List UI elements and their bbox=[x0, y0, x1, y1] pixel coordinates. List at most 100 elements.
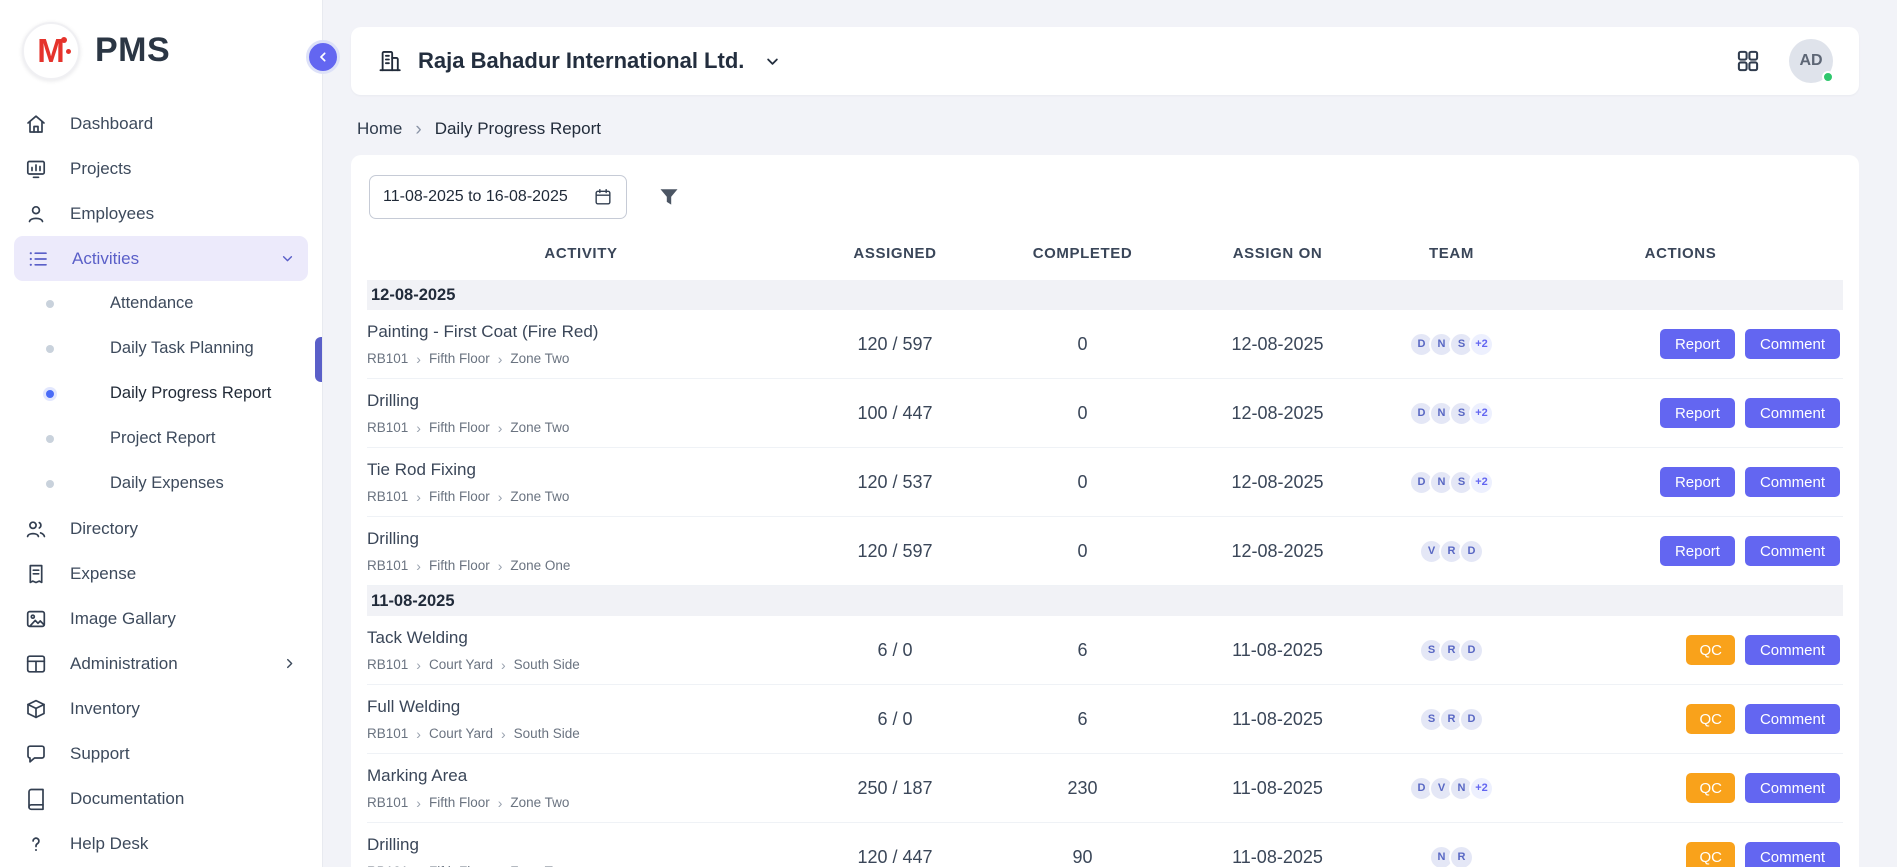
sidebar-item-label: Directory bbox=[70, 519, 138, 539]
assign-on-value: 11-08-2025 bbox=[1170, 778, 1385, 799]
sidebar-subitem-label: Daily Progress Report bbox=[110, 384, 271, 403]
comment-button[interactable]: Comment bbox=[1745, 773, 1840, 803]
report-button[interactable]: Report bbox=[1660, 398, 1735, 428]
completed-value: 0 bbox=[995, 472, 1170, 493]
path-segment: Fifth Floor bbox=[429, 420, 490, 435]
activity-name: Full Welding bbox=[367, 697, 787, 717]
team-member-avatar[interactable]: R bbox=[1449, 845, 1474, 867]
path-chevron-icon: › bbox=[498, 421, 503, 435]
report-button[interactable]: Report bbox=[1660, 329, 1735, 359]
team-more-badge[interactable]: +2 bbox=[1469, 470, 1494, 495]
window-grid-icon bbox=[24, 652, 48, 676]
team-more-badge[interactable]: +2 bbox=[1469, 776, 1494, 801]
path-chevron-icon: › bbox=[501, 658, 506, 672]
row-actions: QC Comment bbox=[1518, 842, 1843, 867]
path-chevron-icon: › bbox=[498, 559, 503, 573]
sidebar-item-daily-progress-report[interactable]: Daily Progress Report bbox=[0, 371, 322, 416]
column-header-assign-on: ASSIGN ON bbox=[1170, 245, 1385, 262]
comment-button[interactable]: Comment bbox=[1745, 842, 1840, 867]
date-range-input[interactable]: 11-08-2025 to 16-08-2025 bbox=[369, 175, 627, 219]
apps-grid-icon[interactable] bbox=[1735, 48, 1761, 74]
sidebar-item-employees[interactable]: Employees bbox=[0, 191, 322, 236]
team-member-avatar[interactable]: D bbox=[1459, 707, 1484, 732]
path-segment: Zone Two bbox=[510, 795, 569, 810]
sidebar-item-expense[interactable]: Expense bbox=[0, 551, 322, 596]
sidebar-subitem-label: Project Report bbox=[110, 429, 215, 448]
team-member-avatar[interactable]: D bbox=[1459, 638, 1484, 663]
date-range-value: 11-08-2025 to 16-08-2025 bbox=[383, 188, 568, 206]
qc-button[interactable]: QC bbox=[1686, 635, 1735, 665]
sidebar-item-directory[interactable]: Directory bbox=[0, 506, 322, 551]
row-actions: QC Comment bbox=[1518, 773, 1843, 803]
sidebar-item-daily-task-planning[interactable]: Daily Task Planning bbox=[0, 326, 322, 371]
company-selector[interactable]: Raja Bahadur International Ltd. bbox=[377, 48, 782, 74]
activity-name: Painting - First Coat (Fire Red) bbox=[367, 322, 787, 342]
activity-name: Drilling bbox=[367, 391, 787, 411]
activity-path: RB101›Fifth Floor›Zone Two bbox=[367, 420, 787, 435]
bullet-icon bbox=[46, 345, 54, 353]
activity-path: RB101›Court Yard›South Side bbox=[367, 726, 787, 741]
date-group-row: 12-08-2025 bbox=[367, 280, 1843, 310]
chevron-down-icon bbox=[279, 250, 296, 267]
path-segment: Fifth Floor bbox=[429, 795, 490, 810]
path-chevron-icon: › bbox=[416, 796, 421, 810]
sidebar-item-attendance[interactable]: Attendance bbox=[0, 281, 322, 326]
activity-name: Drilling bbox=[367, 835, 787, 855]
assigned-value: 120 / 597 bbox=[795, 334, 995, 355]
assign-on-value: 11-08-2025 bbox=[1170, 709, 1385, 730]
path-segment: RB101 bbox=[367, 420, 408, 435]
sidebar-item-image-gallery[interactable]: Image Gallary bbox=[0, 596, 322, 641]
path-segment: RB101 bbox=[367, 795, 408, 810]
team-more-badge[interactable]: +2 bbox=[1469, 332, 1494, 357]
filter-icon[interactable] bbox=[657, 185, 681, 209]
sidebar-item-support[interactable]: Support bbox=[0, 731, 322, 776]
qc-button[interactable]: QC bbox=[1686, 704, 1735, 734]
sidebar-item-administration[interactable]: Administration bbox=[0, 641, 322, 686]
report-button[interactable]: Report bbox=[1660, 467, 1735, 497]
comment-button[interactable]: Comment bbox=[1745, 398, 1840, 428]
assigned-value: 100 / 447 bbox=[795, 403, 995, 424]
sidebar-item-label: Image Gallary bbox=[70, 609, 176, 629]
assigned-value: 120 / 447 bbox=[795, 847, 995, 867]
image-icon bbox=[24, 607, 48, 631]
comment-button[interactable]: Comment bbox=[1745, 329, 1840, 359]
team-avatars: DNS+2 bbox=[1385, 332, 1518, 357]
completed-value: 0 bbox=[995, 403, 1170, 424]
sidebar-item-activities[interactable]: Activities bbox=[14, 236, 308, 281]
qc-button[interactable]: QC bbox=[1686, 842, 1735, 867]
filter-toolbar: 11-08-2025 to 16-08-2025 bbox=[367, 167, 1843, 239]
path-chevron-icon: › bbox=[416, 352, 421, 366]
sidebar-item-projects[interactable]: Projects bbox=[0, 146, 322, 191]
comment-button[interactable]: Comment bbox=[1745, 635, 1840, 665]
activity-cell: Full Welding RB101›Court Yard›South Side bbox=[367, 686, 795, 752]
team-avatars: DVN+2 bbox=[1385, 776, 1518, 801]
comment-button[interactable]: Comment bbox=[1745, 536, 1840, 566]
sidebar-item-daily-expenses[interactable]: Daily Expenses bbox=[0, 461, 322, 506]
user-avatar[interactable]: AD bbox=[1789, 39, 1833, 83]
list-icon bbox=[26, 247, 50, 271]
sidebar-item-dashboard[interactable]: Dashboard bbox=[0, 101, 322, 146]
sidebar-item-project-report[interactable]: Project Report bbox=[0, 416, 322, 461]
sidebar-item-label: Help Desk bbox=[70, 834, 148, 854]
sidebar-item-documentation[interactable]: Documentation bbox=[0, 776, 322, 821]
comment-button[interactable]: Comment bbox=[1745, 467, 1840, 497]
sidebar-collapse-button[interactable] bbox=[306, 40, 340, 74]
column-header-completed: COMPLETED bbox=[995, 245, 1170, 262]
breadcrumb: Home › Daily Progress Report bbox=[351, 95, 1859, 155]
path-segment: South Side bbox=[514, 726, 580, 741]
team-member-avatar[interactable]: D bbox=[1459, 539, 1484, 564]
path-segment: Zone One bbox=[510, 558, 570, 573]
sidebar-item-help-desk[interactable]: Help Desk bbox=[0, 821, 322, 866]
sidebar-item-label: Documentation bbox=[70, 789, 184, 809]
sidebar-item-inventory[interactable]: Inventory bbox=[0, 686, 322, 731]
report-card: 11-08-2025 to 16-08-2025 ACTIVITY ASSIGN… bbox=[351, 155, 1859, 867]
path-chevron-icon: › bbox=[416, 490, 421, 504]
chevron-left-icon bbox=[315, 49, 331, 65]
app-title: PMS bbox=[95, 31, 170, 70]
comment-button[interactable]: Comment bbox=[1745, 704, 1840, 734]
qc-button[interactable]: QC bbox=[1686, 773, 1735, 803]
team-more-badge[interactable]: +2 bbox=[1469, 401, 1494, 426]
breadcrumb-home[interactable]: Home bbox=[357, 119, 402, 139]
report-button[interactable]: Report bbox=[1660, 536, 1735, 566]
bullet-icon bbox=[46, 390, 54, 398]
